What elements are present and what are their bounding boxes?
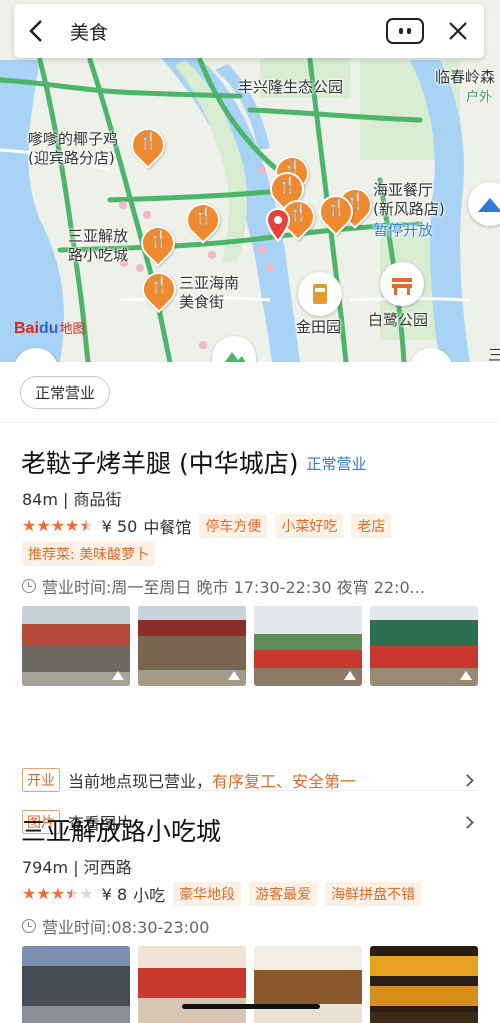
category: 小吃: [133, 886, 166, 905]
close-icon: [449, 22, 467, 40]
rating-stars: ★ ★ ★ ★ ★: [22, 886, 94, 902]
open-notice-highlight: 有序复工、安全第一: [212, 772, 357, 791]
fork-knife-icon: 🍴: [193, 206, 213, 225]
clear-button[interactable]: [438, 4, 478, 58]
feature-tag: 停车方便: [199, 514, 268, 538]
results-sheet[interactable]: 正常营业 老鞑子烤羊腿 (中华城店) 正常营业 84m | 商品街 ★ ★ ★ ★ ★ ¥…: [0, 362, 500, 1023]
feature-tag: 豪华地段: [173, 882, 242, 906]
star-icon: ★: [22, 516, 37, 535]
feature-tag: 老店: [351, 514, 392, 538]
fork-knife-icon: 🍴: [277, 175, 297, 194]
restaurant-pin[interactable]: 🍴: [311, 187, 361, 237]
map-label-park[interactable]: 丰兴隆生态公园: [238, 78, 343, 97]
map-label-bailu-park[interactable]: 白鹭公园: [368, 311, 428, 330]
business-hours: 营业时间:08:30-23:00: [22, 914, 209, 938]
half-star-icon: ★: [79, 516, 94, 535]
photo-thumbnail[interactable]: [370, 946, 478, 1023]
logo-sub: 地图: [59, 321, 86, 336]
location-marker-icon[interactable]: [266, 208, 290, 242]
map-label-hainan-food-street[interactable]: 三亚海南 美食街: [179, 274, 239, 312]
divider: [22, 790, 478, 791]
photo-strip[interactable]: [22, 606, 478, 686]
search-bar[interactable]: 美食: [14, 4, 484, 58]
chevron-right-icon: [461, 773, 474, 787]
chevron-right-icon: [461, 815, 474, 829]
map-label-edge: 三: [488, 346, 500, 362]
clock-icon: [22, 579, 36, 593]
rating-stars: ★ ★ ★ ★ ★: [22, 518, 94, 534]
assistant-button[interactable]: [386, 18, 424, 44]
result-title-line[interactable]: 老鞑子烤羊腿 (中华城店) 正常营业: [21, 444, 366, 480]
photo-thumbnail[interactable]: [138, 946, 246, 1023]
map-label-paused: 暂停开放: [373, 221, 434, 239]
rating-row: ★ ★ ★ ★ ★ ¥ 50 中餐馆 停车方便 小菜好吃 老店: [22, 514, 392, 538]
open-badge: 开业: [22, 768, 60, 792]
star-icon: ★: [36, 884, 51, 903]
price: ¥ 50: [101, 516, 138, 536]
baidu-map-logo: Baidu地图: [14, 318, 85, 338]
photo-thumbnail[interactable]: [138, 606, 246, 686]
logo-paw: du: [38, 320, 59, 337]
clock-icon: [22, 919, 36, 933]
price: ¥ 8: [101, 884, 128, 904]
business-hours: 营业时间:周一至周日 晚市 17:30-22:30 夜宵 22:0...: [22, 574, 425, 598]
map-label-coconut-chicken[interactable]: 嗲嗲的椰子鸡 (迎宾路分店): [28, 130, 118, 168]
bench-poi-icon[interactable]: [380, 262, 424, 306]
rating-row: ★ ★ ★ ★ ★ ¥ 8 小吃 豪华地段 游客最爱 海鲜拼盘不错: [22, 882, 422, 906]
star-icon: ★: [65, 516, 80, 535]
result-title[interactable]: 三亚解放路小吃城: [21, 812, 221, 848]
open-notice-row[interactable]: 开业 当前地点现已营业， 有序复工、安全第一: [22, 768, 478, 792]
star-icon: ★: [50, 516, 66, 535]
building-poi-icon[interactable]: [468, 182, 500, 226]
restaurant-pin[interactable]: 🍴: [133, 218, 183, 268]
chevron-left-icon: [29, 20, 42, 42]
restaurant-pin[interactable]: 🍴: [178, 195, 228, 245]
map-label-jiefang-food-court[interactable]: 三亚解放 路小吃城: [68, 227, 128, 265]
status-badge: 正常营业: [306, 455, 367, 473]
result-title[interactable]: 老鞑子烤羊腿 (中华城店): [21, 449, 298, 478]
photo-thumbnail[interactable]: [370, 606, 478, 686]
photo-thumbnail[interactable]: [254, 606, 362, 686]
category: 中餐馆: [143, 518, 192, 537]
map-label-huwai[interactable]: 户外: [466, 88, 492, 107]
map-label-jintian[interactable]: 金田园: [296, 318, 341, 337]
feature-tag: 小菜好吃: [275, 514, 344, 538]
empty-star-icon: ★: [79, 884, 94, 903]
restaurant-pin[interactable]: 🍴: [134, 264, 184, 314]
star-icon: ★: [36, 516, 51, 535]
restaurant-pin[interactable]: 🍴: [123, 120, 173, 170]
business-hours-text: 营业时间:08:30-23:00: [42, 918, 210, 937]
mountain-poi-icon[interactable]: [212, 336, 256, 362]
recommended-dish-tag: 推荐菜: 美味酸萝卜: [22, 542, 156, 566]
result-distance-area: 794m | 河西路: [22, 858, 132, 877]
business-hours-text: 营业时间:周一至周日 晚市 17:30-22:30 夜宵 22:0...: [42, 578, 425, 597]
feature-tag: 游客最爱: [249, 882, 318, 906]
back-button[interactable]: [14, 4, 60, 58]
fork-knife-icon: 🍴: [148, 229, 168, 248]
photo-thumbnail[interactable]: [22, 946, 130, 1023]
star-icon: ★: [50, 884, 66, 903]
feature-tag: 海鲜拼盘不错: [325, 882, 422, 906]
photo-thumbnail[interactable]: [254, 946, 362, 1023]
logo-brand: Bai: [14, 320, 39, 337]
star-icon: ★: [22, 884, 37, 903]
half-star-icon: ★: [65, 884, 80, 903]
photo-thumbnail[interactable]: [22, 606, 130, 686]
map-label-lincun[interactable]: 临春岭森: [435, 68, 495, 87]
cafe-poi-icon[interactable]: [298, 272, 342, 316]
fork-knife-icon: 🍴: [138, 131, 158, 150]
filter-open-now-chip[interactable]: 正常营业: [20, 376, 111, 409]
search-query[interactable]: 美食: [60, 18, 386, 45]
photo-strip[interactable]: [22, 946, 478, 1023]
home-indicator[interactable]: [182, 1004, 320, 1009]
open-notice-text: 当前地点现已营业，: [68, 772, 213, 791]
divider: [0, 422, 500, 423]
map-label-haiya-restaurant[interactable]: 海亚餐厅 (新风路店): [373, 181, 445, 219]
result-distance-area: 84m | 商品街: [22, 490, 122, 509]
fork-knife-icon: 🍴: [149, 275, 169, 294]
fork-knife-icon: 🍴: [326, 198, 346, 217]
